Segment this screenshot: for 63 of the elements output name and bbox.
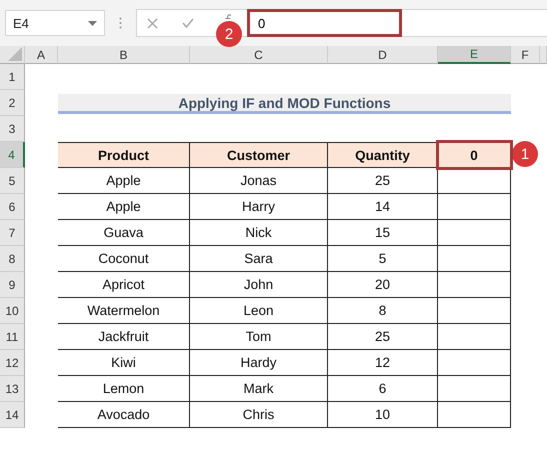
name-box[interactable]: E4 (5, 10, 105, 36)
table-cell: 12 (328, 350, 438, 376)
table-cell: 8 (328, 298, 438, 324)
table-header-cell: Product (58, 142, 190, 168)
table-cell: Jackfruit (58, 324, 190, 350)
table-cell: Avocado (58, 402, 190, 428)
table-cell: 20 (328, 272, 438, 298)
table-cell: Mark (190, 376, 328, 402)
row-header[interactable]: 4 (0, 142, 25, 168)
table-cell: Jonas (190, 168, 328, 194)
row-header[interactable]: 8 (0, 246, 25, 272)
column-header[interactable]: B (58, 46, 190, 64)
table-cell: 15 (328, 220, 438, 246)
column-header[interactable]: D (328, 46, 438, 64)
table-cell: Nick (190, 220, 328, 246)
table-cell: Watermelon (58, 298, 190, 324)
row-header[interactable]: 2 (0, 90, 25, 116)
table-header-cell: Customer (190, 142, 328, 168)
table-cell: 6 (328, 376, 438, 402)
column-header[interactable]: A (25, 46, 58, 64)
table-cell: 25 (328, 168, 438, 194)
row-header[interactable]: 9 (0, 272, 25, 298)
row-header[interactable]: 13 (0, 376, 25, 402)
row-header[interactable]: 12 (0, 350, 25, 376)
table-cell: Sara (190, 246, 328, 272)
table-cell: Hardy (190, 350, 328, 376)
table-cell: Harry (190, 194, 328, 220)
table-cell: Leon (190, 298, 328, 324)
row-header[interactable]: 5 (0, 168, 25, 194)
table-cell: Coconut (58, 246, 190, 272)
table-cell: Kiwi (58, 350, 190, 376)
table-cell: 5 (328, 246, 438, 272)
column-header[interactable]: C (190, 46, 328, 64)
row-header[interactable]: 7 (0, 220, 25, 246)
row-header[interactable]: 6 (0, 194, 25, 220)
table-cell: Guava (58, 220, 190, 246)
cancel-icon[interactable] (147, 18, 158, 28)
row-header[interactable]: 10 (0, 298, 25, 324)
sheet-title: Applying IF and MOD Functions (58, 94, 511, 114)
formula-field[interactable]: 0 (247, 9, 402, 37)
table-cell: 14 (328, 194, 438, 220)
table-cell: Apricot (58, 272, 190, 298)
row-header[interactable]: 14 (0, 402, 25, 428)
table-cell: John (190, 272, 328, 298)
dropdown-icon (88, 20, 97, 26)
table-cell: Chris (190, 402, 328, 428)
grip-icon (119, 17, 122, 29)
callout-badge: 1 (512, 141, 538, 167)
row-header[interactable]: 11 (0, 324, 25, 350)
table-cell: 25 (328, 324, 438, 350)
table-cell: Apple (58, 168, 190, 194)
table-cell: 10 (328, 402, 438, 428)
row-header[interactable]: 3 (0, 116, 25, 142)
row-header[interactable]: 1 (0, 64, 25, 90)
column-header (540, 46, 547, 64)
table-cell: Tom (190, 324, 328, 350)
table-cell: Apple (58, 194, 190, 220)
table-cell: Lemon (58, 376, 190, 402)
table-header-cell: 0 (438, 142, 511, 168)
column-header[interactable]: F (511, 46, 540, 64)
column-header[interactable]: E (438, 46, 511, 64)
table-header-cell: Quantity (328, 142, 438, 168)
check-icon[interactable] (182, 18, 194, 28)
